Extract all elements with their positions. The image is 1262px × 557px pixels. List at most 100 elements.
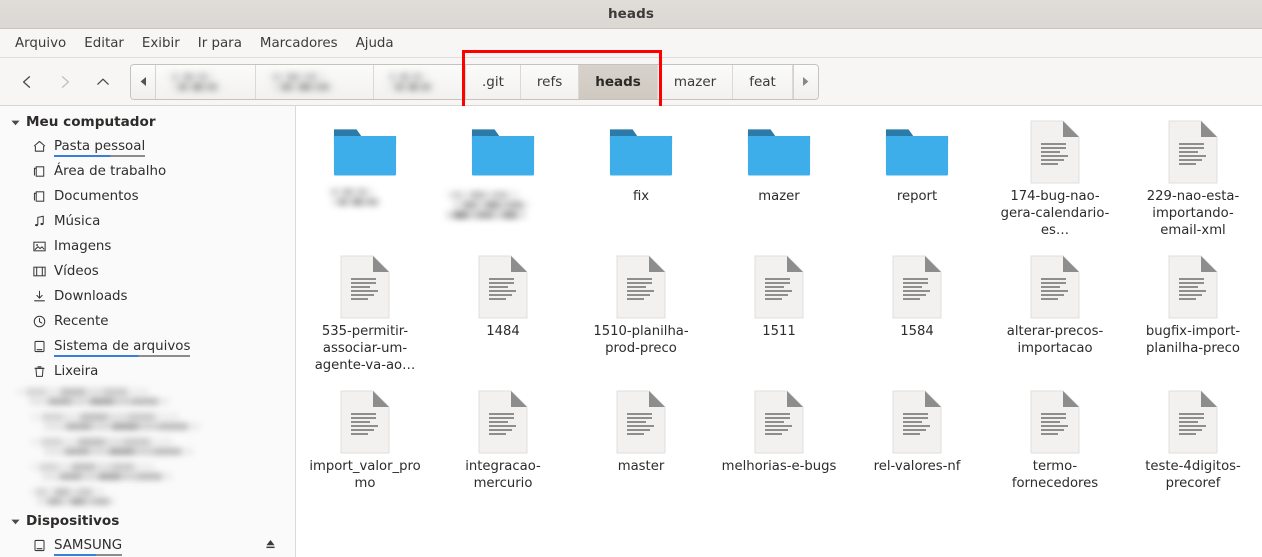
sidebar-item-recente[interactable]: Recente (0, 309, 295, 334)
file-item[interactable]: 174-bug-nao-gera-calendario-es… (986, 114, 1124, 249)
file-item[interactable]: integracao-mercurio (434, 384, 572, 519)
item-label: master (618, 458, 665, 475)
file-item[interactable]: 229-nao-esta-importando-email-xml (1124, 114, 1262, 249)
drive-icon (30, 538, 48, 554)
file-item[interactable]: teste-4digitos-precoref (1124, 384, 1262, 519)
file-item[interactable]: 1584 (848, 249, 986, 384)
chevron-right-icon (57, 74, 73, 90)
item-label: melhorias-e-bugs (722, 458, 837, 475)
breadcrumb-item-refs[interactable]: refs (521, 65, 579, 99)
sidebar-item-lixeira[interactable]: Lixeira (0, 359, 295, 384)
sidebar-item-downloads[interactable]: Downloads (0, 284, 295, 309)
home-icon (30, 139, 48, 155)
breadcrumb-item-redacted[interactable] (156, 65, 256, 99)
menu-item-marcadores[interactable]: Marcadores (251, 33, 347, 54)
folder-item[interactable] (434, 114, 572, 249)
item-label: report (897, 188, 937, 205)
folder-icon (609, 120, 673, 184)
file-item[interactable]: import_valor_promo (296, 384, 434, 519)
chevron-down-icon (8, 514, 22, 528)
file-item[interactable]: 1484 (434, 249, 572, 384)
sidebar-section-label: Meu computador (26, 114, 156, 130)
sidebar-item-label: Música (54, 214, 100, 229)
file-item[interactable]: alterar-precos-importacao (986, 249, 1124, 384)
folder-icon (333, 120, 397, 184)
file-item[interactable]: melhorias-e-bugs (710, 384, 848, 519)
sidebar-section-meu-computador[interactable]: Meu computador (0, 110, 295, 134)
sidebar-item-label: SAMSUNG (54, 538, 122, 553)
sidebar-item-label: Downloads (54, 289, 128, 304)
breadcrumb-item-dot-git[interactable]: .git (466, 65, 521, 99)
menu-item-exibir[interactable]: Exibir (133, 33, 189, 54)
menu-item-arquivo[interactable]: Arquivo (6, 33, 75, 54)
item-label-redacted (328, 188, 402, 222)
breadcrumb-item-redacted[interactable] (374, 65, 466, 99)
sidebar-item-label: Lixeira (54, 364, 98, 379)
folder-item[interactable]: mazer (710, 114, 848, 249)
folder-item[interactable]: report (848, 114, 986, 249)
breadcrumb-scroll-left[interactable] (131, 65, 156, 99)
redacted-line (29, 398, 169, 406)
redacted-text (168, 73, 244, 91)
forward-button[interactable] (46, 65, 84, 99)
item-label: fix (633, 188, 649, 205)
download-icon (30, 289, 48, 305)
redacted-line (328, 188, 374, 196)
sidebar-item-label: Documentos (54, 189, 139, 204)
sidebar-item-v-deos[interactable]: Vídeos (0, 259, 295, 284)
file-item[interactable]: bugfix-import-planilha-preco (1124, 249, 1262, 384)
file-icon (1023, 255, 1087, 319)
drive-icon (30, 339, 48, 355)
sidebar-item-documentos[interactable]: Documentos (0, 184, 295, 209)
file-item[interactable]: rel-valores-nf (848, 384, 986, 519)
window-title: heads (608, 6, 654, 22)
item-label: rel-valores-nf (874, 458, 961, 475)
sidebar-item-redacted[interactable] (0, 434, 295, 459)
sidebar-item-sistema-de-arquivos[interactable]: Sistema de arquivos (0, 334, 295, 359)
item-label: 1511 (762, 323, 796, 340)
file-icon (1023, 390, 1087, 454)
sidebar-item-m-sica[interactable]: Música (0, 209, 295, 234)
file-item[interactable]: master (572, 384, 710, 519)
sidebar-item-redacted[interactable] (0, 384, 295, 409)
navigation-buttons (8, 65, 122, 99)
item-label: 174-bug-nao-gera-calendario-es… (998, 188, 1113, 239)
file-item[interactable]: 1511 (710, 249, 848, 384)
folder-item[interactable]: fix (572, 114, 710, 249)
redacted-text (30, 413, 270, 430)
menu-item-ajuda[interactable]: Ajuda (347, 33, 403, 54)
folder-item[interactable] (296, 114, 434, 249)
sidebar-item-redacted[interactable] (0, 409, 295, 434)
item-label: 1510-planilha-prod-preco (584, 323, 699, 357)
item-label: alterar-precos-importacao (998, 323, 1113, 357)
file-item[interactable]: 1510-planilha-prod-preco (572, 249, 710, 384)
file-item[interactable]: 535-permitir-associar-um-agente-va-ao… (296, 249, 434, 384)
clock-icon (30, 314, 48, 330)
back-button[interactable] (8, 65, 46, 99)
sidebar-item-samsung[interactable]: SAMSUNG (0, 533, 295, 557)
breadcrumb-scroll-right[interactable] (793, 65, 818, 99)
sidebar-item-rea-de-trabalho[interactable]: Área de trabalho (0, 159, 295, 184)
sidebar-item-label: Vídeos (54, 264, 99, 279)
sidebar-item-imagens[interactable]: Imagens (0, 234, 295, 259)
breadcrumb-item-redacted[interactable] (256, 65, 374, 99)
file-list-area[interactable]: fix mazer report 174-bug-nao-gera-calendari… (296, 106, 1262, 557)
chevron-down-icon (8, 115, 22, 129)
redacted-line (332, 198, 380, 206)
file-manager-window: heads ArquivoEditarExibirIr paraMarcador… (0, 0, 1262, 557)
breadcrumb-item-feat[interactable]: feat (733, 65, 793, 99)
up-button[interactable] (84, 65, 122, 99)
sidebar-item-redacted[interactable] (0, 484, 295, 509)
breadcrumb-item-mazer[interactable]: mazer (658, 65, 733, 99)
file-item[interactable]: termo-fornecedores (986, 384, 1124, 519)
menu-item-editar[interactable]: Editar (75, 33, 133, 54)
sidebar-item-redacted[interactable] (0, 459, 295, 484)
breadcrumb-item-heads[interactable]: heads (579, 65, 658, 99)
eject-icon[interactable] (264, 537, 277, 554)
menu-item-ir-para[interactable]: Ir para (189, 33, 251, 54)
sidebar-section-label: Dispositivos (26, 513, 119, 529)
menu-bar: ArquivoEditarExibirIr paraMarcadoresAjud… (0, 29, 1262, 58)
sidebar-section-dispositivos[interactable]: Dispositivos (0, 509, 295, 533)
breadcrumb-label: heads (595, 74, 641, 90)
sidebar-item-pasta-pessoal[interactable]: Pasta pessoal (0, 134, 295, 159)
